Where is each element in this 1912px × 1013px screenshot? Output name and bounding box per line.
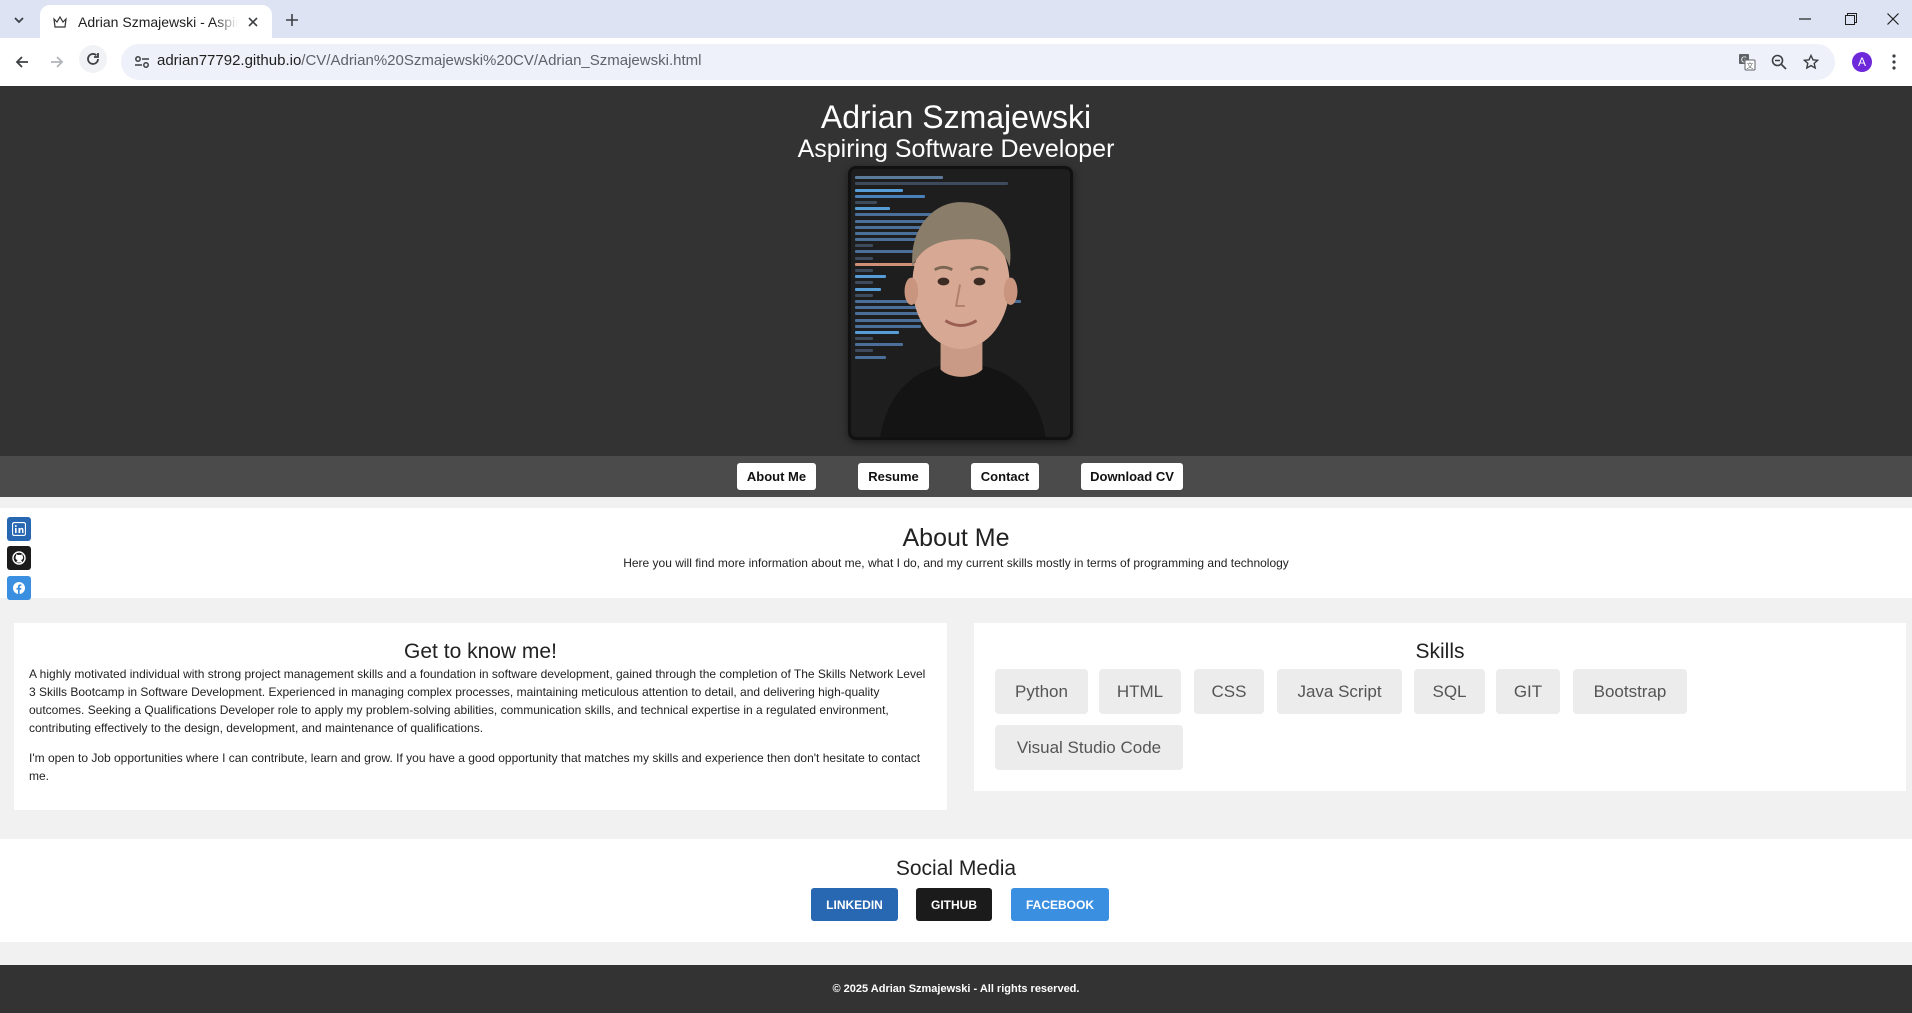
main-navbar: About Me Resume Contact Download CV xyxy=(0,456,1912,497)
github-button[interactable]: GITHUB xyxy=(916,888,992,921)
profile-photo xyxy=(848,166,1073,440)
skill-badge: Java Script xyxy=(1277,669,1402,714)
restore-icon xyxy=(1845,13,1857,25)
crown-favicon-icon xyxy=(52,14,68,30)
translate-icon[interactable]: G文 xyxy=(1737,52,1757,72)
social-title: Social Media xyxy=(895,857,1017,880)
tab-search-button[interactable] xyxy=(7,8,31,32)
zoom-icon[interactable] xyxy=(1769,52,1789,72)
minimize-icon xyxy=(1799,18,1811,20)
footer-copyright: © 2025 Adrian Szmajewski - All rights re… xyxy=(832,983,1080,995)
forward-button[interactable] xyxy=(45,50,69,74)
url-host: adrian77792.github.io xyxy=(157,52,302,69)
skill-badge: HTML xyxy=(1099,669,1181,714)
skill-badge: GIT xyxy=(1496,669,1560,714)
about-subtitle: Here you will find more information abou… xyxy=(623,556,1289,570)
url-text[interactable]: adrian77792.github.io/CV/Adrian%20Szmaje… xyxy=(157,52,701,69)
reload-icon xyxy=(81,47,105,71)
chevron-down-icon xyxy=(14,17,24,24)
skill-badge: Bootstrap xyxy=(1573,669,1687,714)
page-footer: © 2025 Adrian Szmajewski - All rights re… xyxy=(0,965,1912,1013)
bookmark-star-icon[interactable] xyxy=(1801,52,1821,72)
tab-title: Adrian Szmajewski - Aspiring Software De… xyxy=(78,13,238,30)
social-media-section: Social Media LINKEDIN GITHUB FACEBOOK xyxy=(0,839,1912,942)
arrow-left-icon xyxy=(15,56,28,68)
skill-badge: Visual Studio Code xyxy=(995,725,1183,770)
floating-facebook-icon[interactable] xyxy=(7,576,31,600)
back-button[interactable] xyxy=(10,50,34,74)
close-icon xyxy=(1887,13,1899,25)
skill-badge: CSS xyxy=(1194,669,1264,714)
about-section: About Me Here you will find more informa… xyxy=(0,508,1912,598)
skills-card: Skills Python HTML CSS Java Script SQL G… xyxy=(974,623,1906,791)
facebook-button[interactable]: FACEBOOK xyxy=(1011,888,1109,921)
hero-header: Adrian Szmajewski Aspiring Software Deve… xyxy=(0,86,1912,456)
svg-text:文: 文 xyxy=(1747,61,1754,70)
browser-tab-strip: Adrian Szmajewski - Aspiring Software De… xyxy=(0,0,1912,38)
floating-github-icon[interactable] xyxy=(7,546,31,570)
menu-kebab-icon[interactable] xyxy=(1886,52,1902,72)
intro-card: Get to know me! A highly motivated indiv… xyxy=(14,623,947,810)
person-illustration xyxy=(880,202,1046,437)
nav-contact[interactable]: Contact xyxy=(971,463,1039,490)
floating-linkedin-icon[interactable] xyxy=(7,517,31,541)
intro-title: Get to know me! xyxy=(404,640,557,663)
nav-about-me[interactable]: About Me xyxy=(737,463,816,490)
close-window-button[interactable] xyxy=(1874,4,1912,34)
skill-badge: SQL xyxy=(1414,669,1485,714)
browser-tab-active[interactable]: Adrian Szmajewski - Aspiring Software De… xyxy=(40,5,272,38)
close-tab-icon[interactable] xyxy=(244,13,262,31)
intro-paragraph-2: I'm open to Job opportunities where I ca… xyxy=(29,751,921,783)
arrow-right-icon xyxy=(51,56,64,68)
minimize-window-button[interactable] xyxy=(1782,4,1828,34)
linkedin-button[interactable]: LINKEDIN xyxy=(811,888,898,921)
profile-avatar[interactable]: A xyxy=(1852,52,1872,72)
about-title: About Me xyxy=(902,524,1010,552)
skills-title: Skills xyxy=(1415,640,1465,663)
hero-role: Aspiring Software Developer xyxy=(797,135,1115,163)
nav-download-cv[interactable]: Download CV xyxy=(1081,463,1183,490)
site-info-icon[interactable] xyxy=(133,53,151,71)
plus-icon xyxy=(286,14,298,26)
skill-badge: Python xyxy=(995,669,1088,714)
url-path: /CV/Adrian%20Szmajewski%20CV/Adrian_Szma… xyxy=(301,52,702,69)
hero-name: Adrian Szmajewski xyxy=(820,99,1092,135)
new-tab-button[interactable] xyxy=(280,8,304,32)
nav-resume[interactable]: Resume xyxy=(858,463,929,490)
restore-window-button[interactable] xyxy=(1828,4,1874,34)
intro-paragraph-1: A highly motivated individual with stron… xyxy=(29,667,926,735)
